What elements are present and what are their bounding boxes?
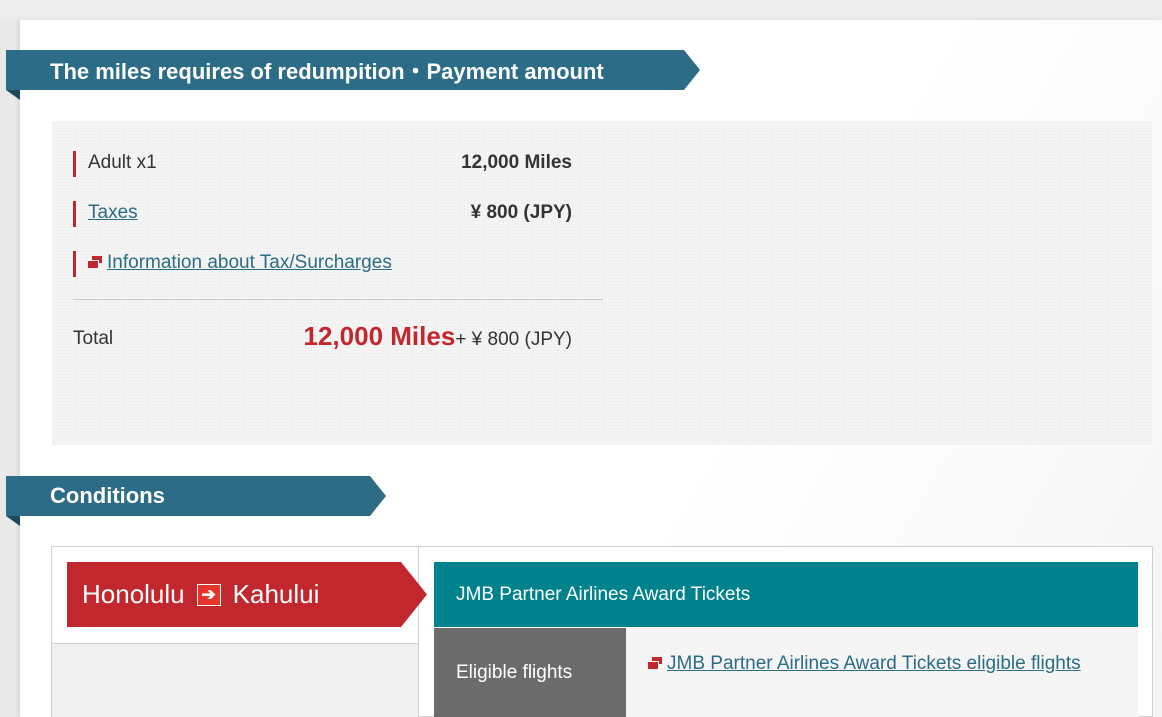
eligible-flights-label: Eligible flights: [434, 628, 626, 717]
route-origin: Honolulu: [82, 579, 185, 609]
adult-label: Adult x1: [88, 152, 157, 173]
eligible-flights-label-text: Eligible flights: [456, 662, 573, 683]
tax-info-link[interactable]: Information about Tax/Surcharges: [88, 252, 392, 274]
conditions-table: Honolulu ➔ Kahului JMB Partner Airlines …: [51, 546, 1153, 717]
banner-fold: [6, 516, 20, 526]
route-destination: Kahului: [232, 579, 320, 609]
conditions-section-header: Conditions: [6, 476, 386, 516]
total-miles: 12,000 Miles: [303, 321, 456, 351]
eligible-flights-value: JMB Partner Airlines Award Tickets eligi…: [626, 628, 1138, 717]
route-label: Honolulu ➔ Kahului: [67, 562, 427, 627]
adult-miles-value: 12,000 Miles: [461, 152, 572, 173]
taxes-link[interactable]: Taxes: [88, 202, 138, 224]
divider: [73, 299, 603, 300]
total-value: 12,000 Miles+ ¥ 800 (JPY): [304, 321, 572, 352]
payment-section-header: The miles requires of redumpition・Paymen…: [6, 50, 700, 90]
tax-info-row: Information about Tax/Surcharges: [73, 251, 572, 277]
eligible-flights-link[interactable]: JMB Partner Airlines Award Tickets eligi…: [667, 653, 1081, 674]
total-tax: + ¥ 800 (JPY): [455, 329, 572, 350]
total-label: Total: [73, 328, 114, 349]
payment-section-title: The miles requires of redumpition・Paymen…: [50, 59, 604, 84]
tax-info-link-text: Information about Tax/Surcharges: [107, 252, 392, 273]
external-link-icon: [88, 256, 102, 268]
payment-panel: Adult x1 12,000 Miles Taxes ¥ 800 (JPY) …: [52, 121, 1152, 445]
award-type-header: JMB Partner Airlines Award Tickets: [434, 562, 1138, 627]
taxes-value: ¥ 800 (JPY): [470, 202, 572, 223]
route-cell-empty: [52, 643, 418, 717]
external-link-icon: [648, 657, 662, 669]
banner-fold: [6, 90, 20, 100]
taxes-row: Taxes ¥ 800 (JPY): [73, 201, 572, 227]
award-type-label: JMB Partner Airlines Award Tickets: [456, 583, 751, 605]
page-background: [0, 0, 1162, 20]
route-arrow-icon: ➔: [197, 584, 221, 606]
adult-row: Adult x1 12,000 Miles: [73, 151, 572, 177]
conditions-section-title: Conditions: [50, 483, 165, 508]
